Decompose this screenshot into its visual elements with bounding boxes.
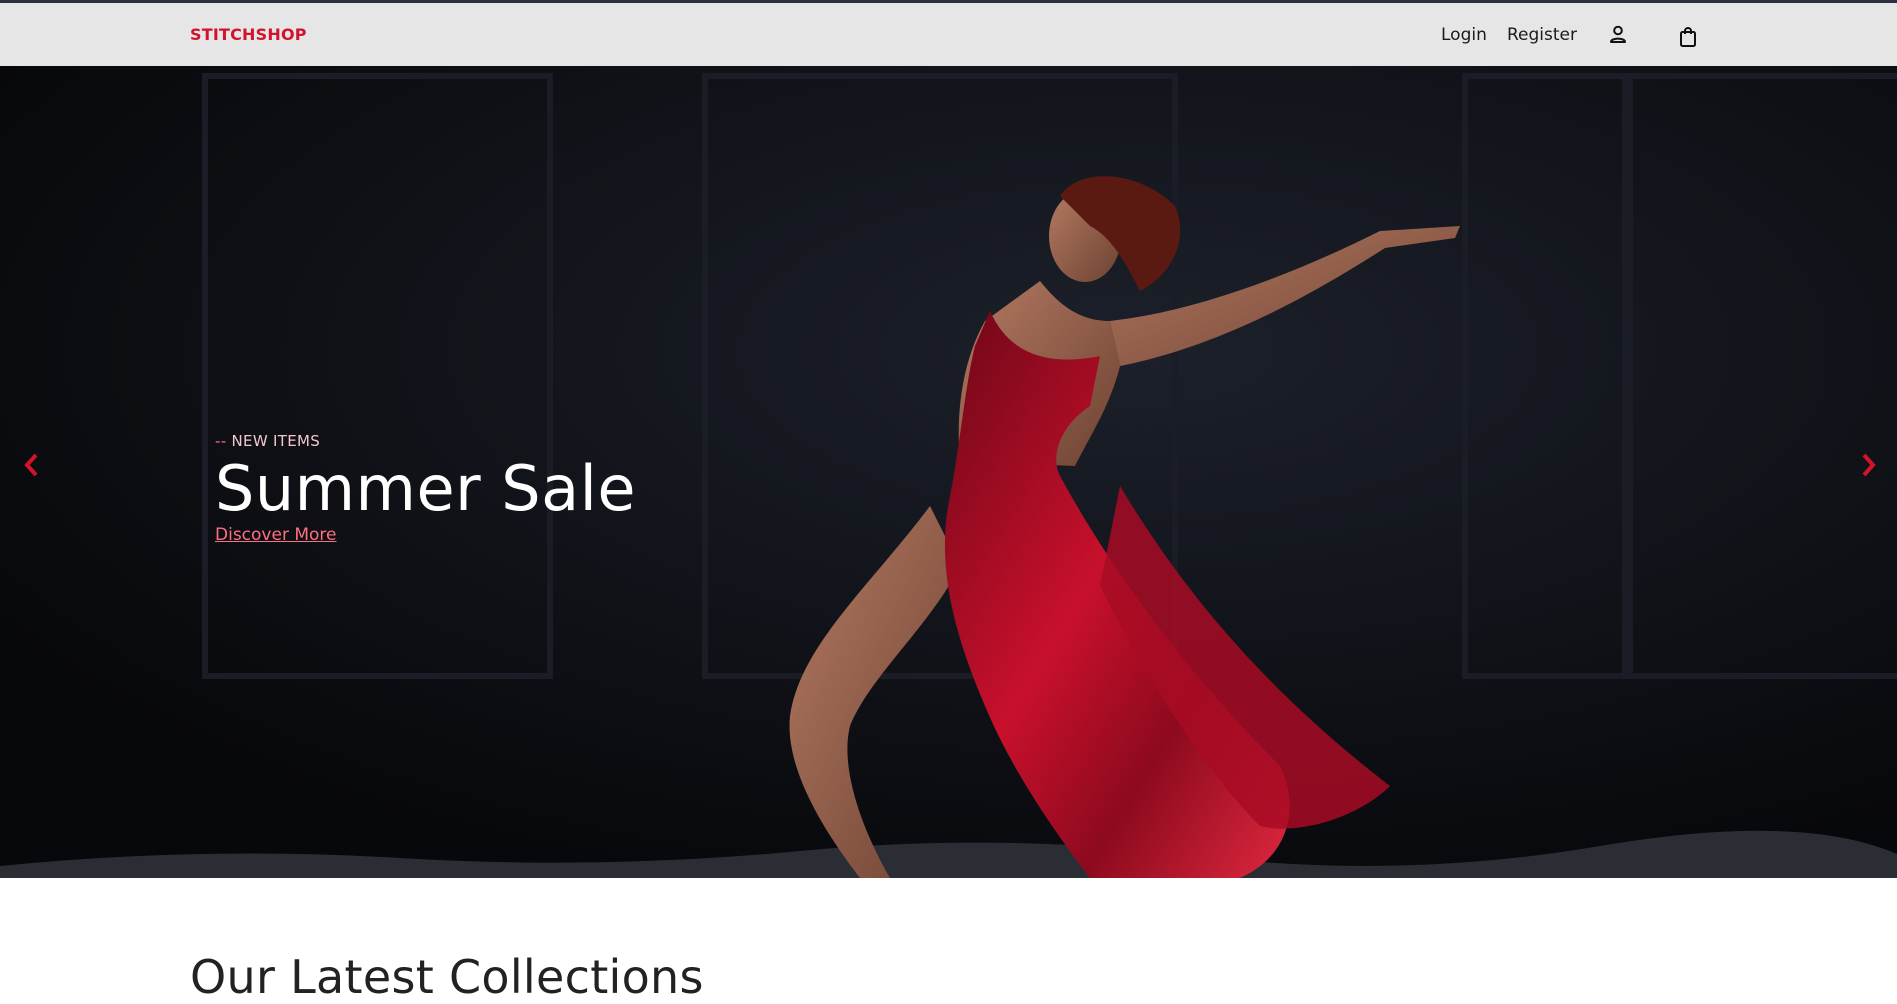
navbar: STITCHSHOP Login Register xyxy=(0,3,1897,66)
account-icon[interactable] xyxy=(1605,21,1631,47)
hero-eyebrow-text: NEW ITEMS xyxy=(231,432,321,450)
chevron-right-icon[interactable] xyxy=(1854,447,1884,483)
register-link[interactable]: Register xyxy=(1507,25,1577,45)
hero-title: Summer Sale xyxy=(215,452,637,525)
collections-title: Our Latest Collections xyxy=(190,950,704,1004)
hero-caption: -- NEW ITEMS Summer Sale Discover More xyxy=(215,432,636,545)
chevron-left-icon[interactable] xyxy=(16,447,46,483)
shopping-bag-icon[interactable] xyxy=(1675,24,1701,50)
brand-logo[interactable]: STITCHSHOP xyxy=(190,25,307,44)
discover-more-link[interactable]: Discover More xyxy=(215,525,336,545)
hero-eyebrow: -- NEW ITEMS xyxy=(215,432,636,450)
hero-eyebrow-dashes: -- xyxy=(215,432,227,450)
hero-carousel: -- NEW ITEMS Summer Sale Discover More xyxy=(0,66,1897,878)
login-link[interactable]: Login xyxy=(1441,25,1487,45)
